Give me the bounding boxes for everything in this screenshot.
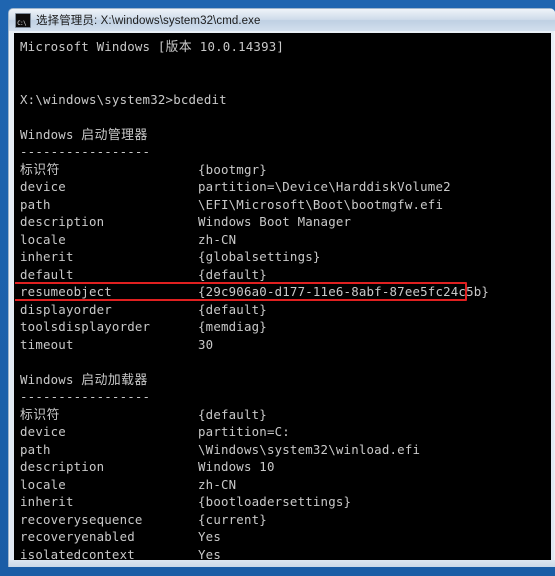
console-line-标识符: 标识符 {default}	[20, 406, 550, 424]
console-line-toolsdisplayorder: toolsdisplayorder {memdiag}	[20, 318, 550, 336]
bcd-key: 标识符	[20, 162, 60, 178]
console-line-isolatedcontext: isolatedcontext Yes	[20, 546, 550, 561]
bcd-value: {globalsettings}	[198, 249, 321, 264]
console-line-description: description Windows Boot Manager	[20, 213, 550, 231]
bcd-key: description	[20, 214, 105, 229]
console-line-path: path \EFI\Microsoft\Boot\bootmgfw.efi	[20, 196, 550, 214]
bcd-key: resumeobject	[20, 284, 112, 299]
window-title: 选择管理员: X:\windows\system32\cmd.exe	[36, 15, 261, 27]
bcd-key: recoverysequence	[20, 511, 143, 527]
console-line-locale: locale zh-CN	[20, 476, 550, 494]
bcd-value: 30	[198, 336, 214, 352]
console-line-device: device partition=\Device\HarddiskVolume2	[20, 178, 550, 196]
bcd-key: default	[20, 266, 74, 282]
console-line-inherit: inherit {globalsettings}	[20, 248, 550, 266]
bcd-value: \EFI\Microsoft\Boot\bootmgfw.efi	[198, 196, 444, 212]
bcd-key: locale	[20, 476, 66, 492]
console-line-recoveryenabled: recoveryenabled Yes	[20, 528, 550, 546]
bcd-value: {default}	[198, 301, 267, 317]
bcd-key: isolatedcontext	[20, 546, 135, 561]
bcd-value: \Windows\system32\winload.efi	[198, 441, 421, 457]
console-line-description: description Windows 10	[20, 458, 550, 476]
console-line-locale: locale zh-CN	[20, 231, 550, 249]
bcd-value: {bootloadersettings}	[198, 494, 352, 509]
bcd-key: device	[20, 179, 66, 194]
console-line-timeout: timeout 30	[20, 336, 550, 354]
bcd-key: device	[20, 424, 66, 439]
console-line-device: device partition=C:	[20, 423, 550, 441]
cmd-console-icon-glyph: C:\	[17, 19, 27, 27]
console-line-标识符: 标识符 {bootmgr}	[20, 161, 550, 179]
bcd-value: partition=C:	[198, 424, 290, 439]
console-line-inherit: inherit {bootloadersettings}	[20, 493, 550, 511]
console-line-recoverysequence: recoverysequence {current}	[20, 511, 550, 529]
console-line: -----------------	[20, 144, 151, 159]
bcd-value: {memdiag}	[198, 319, 267, 334]
console-line-displayorder: displayorder {default}	[20, 301, 550, 319]
cmd-console-icon: C:\	[15, 12, 31, 28]
console-line: Windows 启动加载器	[20, 371, 148, 388]
window-bottom-chrome	[9, 560, 555, 567]
console-line: Microsoft Windows [版本 10.0.14393]	[20, 39, 285, 55]
bcd-value: {bootmgr}	[198, 161, 267, 177]
bcd-key: description	[20, 459, 105, 474]
bcd-value: partition=\Device\HarddiskVolume2	[198, 179, 451, 194]
bcd-value: Yes	[198, 529, 221, 544]
bcd-key: locale	[20, 231, 66, 247]
console-line-resumeobject: resumeobject {29c906a0-d177-11e6-8abf-87e…	[20, 283, 550, 301]
console-line: -----------------	[20, 389, 151, 404]
bcd-value: zh-CN	[198, 476, 237, 492]
console-output-area[interactable]: Microsoft Windows [版本 10.0.14393] X:\win…	[14, 33, 551, 561]
bcd-value: zh-CN	[198, 231, 237, 247]
title-bar[interactable]: C:\ 选择管理员: X:\windows\system32\cmd.exe	[9, 9, 555, 31]
bcd-value: Windows 10	[198, 459, 275, 474]
bcd-key: timeout	[20, 336, 74, 352]
bcd-key: recoveryenabled	[20, 529, 135, 544]
bcd-value: {default}	[198, 266, 267, 282]
bcd-key: path	[20, 441, 51, 457]
bcd-key: displayorder	[20, 301, 112, 317]
bcd-key: 标识符	[20, 407, 60, 423]
bcd-value: {default}	[198, 406, 267, 422]
cmd-window[interactable]: C:\ 选择管理员: X:\windows\system32\cmd.exe M…	[8, 8, 555, 567]
console-line-path: path \Windows\system32\winload.efi	[20, 441, 550, 459]
bcd-key: path	[20, 196, 51, 212]
bcd-value: Yes	[198, 546, 221, 561]
bcd-key: toolsdisplayorder	[20, 319, 151, 334]
bcd-value: {current}	[198, 511, 267, 527]
bcd-key: inherit	[20, 494, 74, 509]
bcd-key: inherit	[20, 249, 74, 264]
console-text-block: Microsoft Windows [版本 10.0.14393] X:\win…	[15, 36, 550, 561]
console-line: Windows 启动管理器	[20, 126, 148, 143]
bcd-value: Windows Boot Manager	[198, 214, 352, 229]
bcd-value: {29c906a0-d177-11e6-8abf-87ee5fc24c5b}	[198, 284, 490, 299]
console-line: X:\windows\system32>bcdedit	[20, 91, 227, 107]
console-line-default: default {default}	[20, 266, 550, 284]
